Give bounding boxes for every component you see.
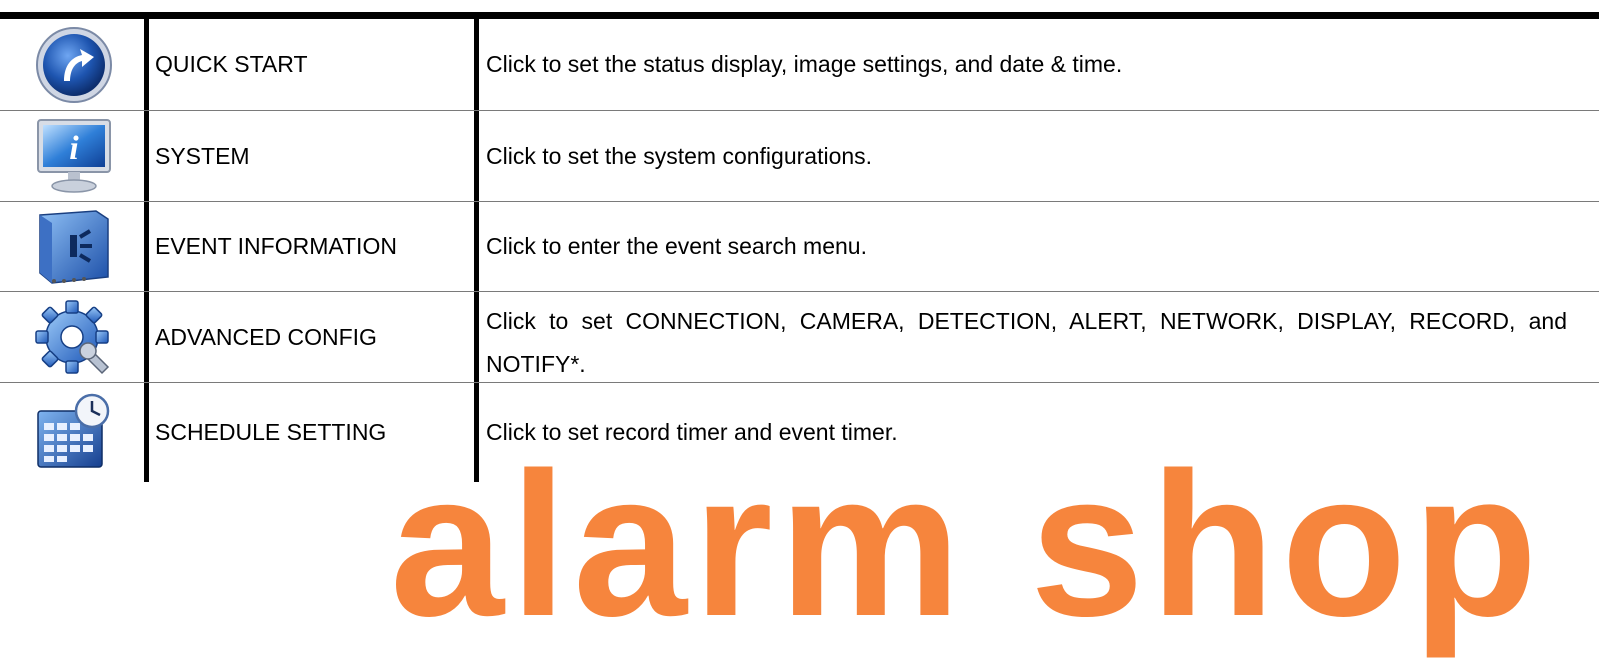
svg-text:i: i: [69, 130, 79, 167]
quick-start-icon: [36, 26, 112, 103]
system-monitor-icon: i: [37, 119, 111, 193]
column-divider: [474, 383, 479, 482]
table-row: i SYSTEM Click to set the system configu…: [0, 111, 1599, 202]
column-divider: [144, 292, 149, 382]
icon-cell: [0, 202, 144, 291]
advanced-config-icon: [35, 300, 110, 375]
menu-item-label: EVENT INFORMATION: [155, 233, 397, 259]
column-divider: [474, 202, 479, 291]
table-row: ADVANCED CONFIG Click to set CONNECTION,…: [0, 292, 1599, 383]
icon-cell: i: [0, 111, 144, 201]
menu-table: QUICK START Click to set the status disp…: [0, 19, 1599, 482]
icon-cell: [0, 383, 144, 482]
menu-item-description-text: Click to set CONNECTION, CAMERA, DETECTI…: [486, 308, 1567, 377]
menu-item-label: SYSTEM: [155, 142, 250, 169]
event-information-icon: [39, 209, 109, 284]
table-row: EVENT INFORMATION Click to enter the eve…: [0, 202, 1599, 292]
menu-item-label: SCHEDULE SETTING: [155, 419, 387, 445]
table-row: SCHEDULE SETTING Click to set record tim…: [0, 383, 1599, 482]
menu-item-description: Click to set record timer and event time…: [486, 419, 898, 445]
menu-item-description: Click to set CONNECTION, CAMERA, DETECTI…: [486, 292, 1567, 382]
menu-item-label: QUICK START: [155, 51, 308, 77]
table-row: QUICK START Click to set the status disp…: [0, 19, 1599, 111]
icon-cell: [0, 19, 144, 110]
column-divider: [144, 383, 149, 482]
menu-item-label: ADVANCED CONFIG: [155, 323, 377, 350]
column-divider: [144, 202, 149, 291]
icon-cell: [0, 292, 144, 382]
column-divider: [144, 19, 149, 110]
menu-item-description: Click to set the system configurations.: [486, 142, 873, 169]
column-divider: [144, 111, 149, 201]
column-divider: [474, 292, 479, 382]
column-divider: [474, 111, 479, 201]
top-rule: [0, 12, 1599, 19]
menu-item-description: Click to enter the event search menu.: [486, 233, 867, 259]
menu-item-description: Click to set the status display, image s…: [486, 51, 1123, 77]
schedule-calendar-clock-icon: [37, 393, 110, 468]
column-divider: [474, 19, 479, 110]
